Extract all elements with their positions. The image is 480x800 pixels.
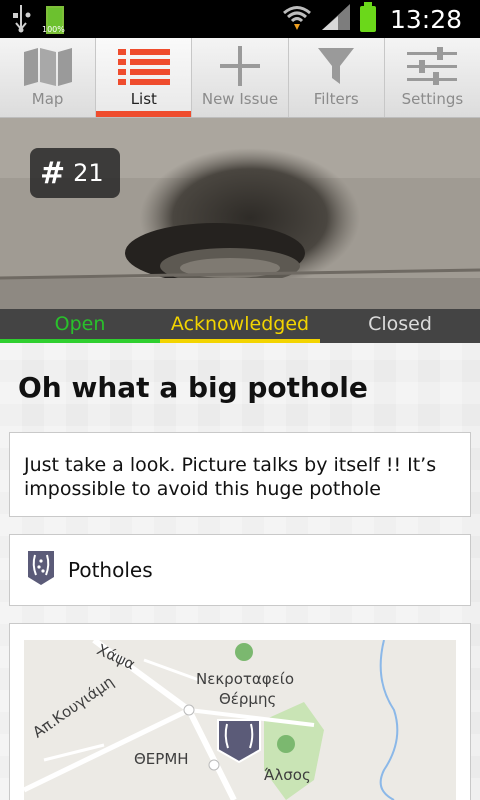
issue-hash: # (40, 155, 66, 191)
category-label: Potholes (68, 558, 153, 582)
status-open: Open (0, 309, 160, 343)
map-label-grove: Άλσος (264, 766, 311, 784)
issue-description: Just take a look. Picture talks by itsel… (9, 432, 471, 517)
issue-details: Oh what a big pothole Just take a look. … (0, 343, 480, 800)
map-label-district: ΘΕΡΜΗ (134, 750, 189, 768)
status-acknowledged: Acknowledged (160, 309, 320, 343)
status-progress: Open Acknowledged Closed (0, 309, 480, 343)
issue-photo[interactable]: # 21 (0, 118, 480, 309)
issue-number: 21 (73, 159, 104, 187)
tab-list[interactable]: List (96, 38, 193, 117)
location-map[interactable]: Χάψα Απ.Κουγιάμη Νεκροταφείο Θέρμης ΘΕΡΜ… (24, 640, 456, 800)
tab-new-issue-label: New Issue (201, 90, 279, 108)
filter-icon (316, 44, 356, 88)
list-icon (117, 44, 170, 88)
clock: 13:28 (389, 4, 462, 34)
tab-map[interactable]: Map (0, 38, 97, 117)
status-bar: 100% 13:28 (0, 0, 480, 38)
tab-filters-label: Filters (313, 90, 359, 108)
tab-settings[interactable]: Settings (385, 38, 480, 117)
issue-number-badge: # 21 (30, 148, 120, 198)
wifi-icon (282, 4, 312, 34)
battery-full-icon: 100% (42, 6, 65, 34)
map-icon (22, 44, 74, 88)
map-label-cemetery-2: Θέρμης (219, 690, 277, 708)
plus-icon (218, 44, 262, 88)
map-graphics (24, 640, 399, 800)
issue-title: Oh what a big pothole (18, 371, 368, 404)
tab-map-label: Map (31, 90, 64, 108)
tab-filters[interactable]: Filters (289, 38, 385, 117)
battery-icon (359, 2, 376, 32)
location-map-card[interactable]: Χάψα Απ.Κουγιάμη Νεκροταφείο Θέρμης ΘΕΡΜ… (9, 623, 471, 800)
sliders-icon (407, 44, 458, 88)
tab-list-label: List (130, 90, 157, 108)
tab-settings-label: Settings (401, 90, 464, 108)
usb-icon (10, 3, 32, 37)
map-label-cemetery: Νεκροταφείο (196, 670, 295, 688)
pothole-category-icon (26, 549, 56, 591)
tab-bar: Map List New Issue Filters Settings (0, 38, 480, 118)
pothole-photo (0, 118, 480, 309)
signal-icon (321, 4, 350, 34)
tab-new-issue[interactable]: New Issue (192, 38, 289, 117)
battery-percent-label: 100% (42, 25, 65, 34)
status-closed: Closed (368, 313, 432, 335)
issue-category[interactable]: Potholes (9, 534, 471, 606)
